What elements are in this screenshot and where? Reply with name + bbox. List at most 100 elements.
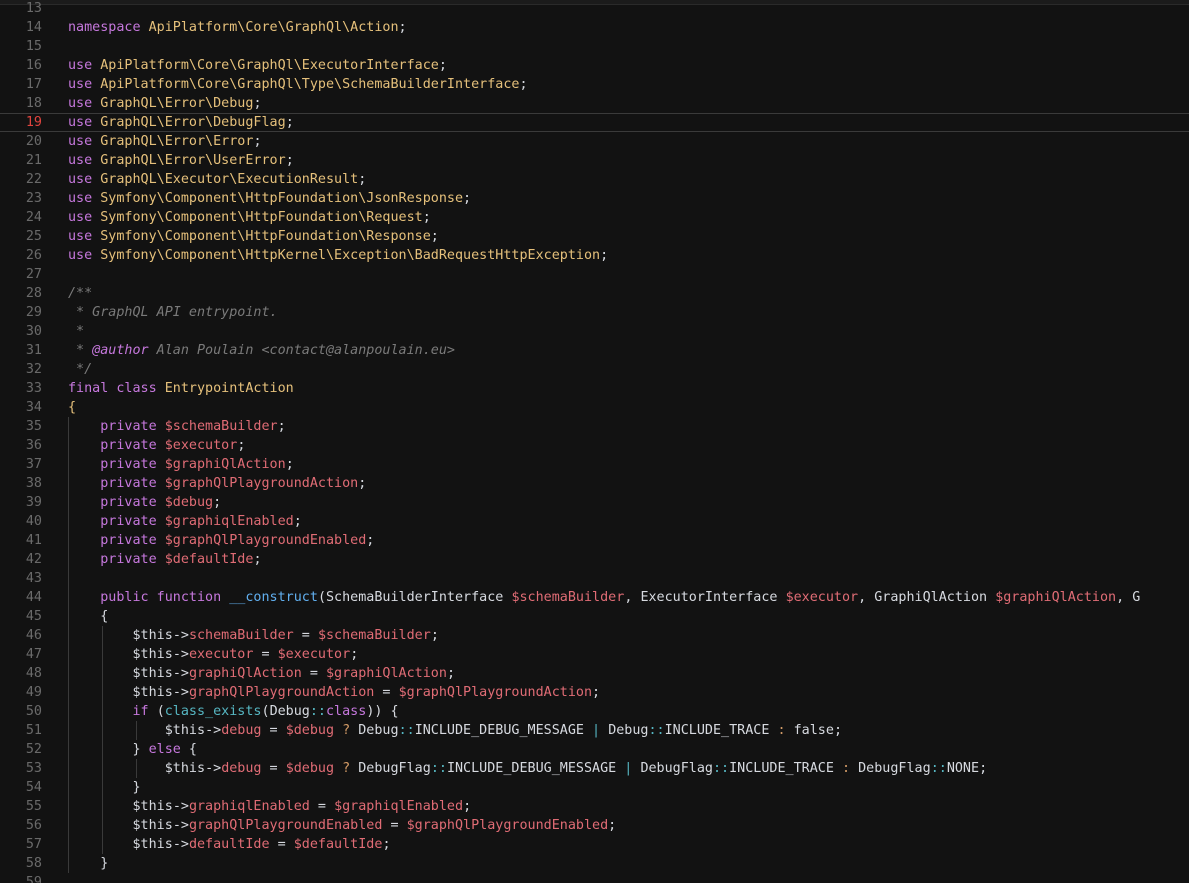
code-token: private — [100, 476, 165, 491]
code-text: use GraphQL\Executor\ExecutionResult; — [68, 170, 366, 189]
line-number: 29 — [25, 305, 42, 320]
code-line[interactable]: 29 * GraphQL API entrypoint. — [0, 303, 1189, 322]
code-token: ; — [285, 457, 294, 472]
code-text: * — [68, 322, 84, 341]
code-token: $this — [132, 628, 173, 643]
code-line[interactable]: 59 — [0, 873, 1189, 883]
code-line[interactable]: 20 use GraphQL\Error\Error; — [0, 132, 1189, 151]
code-line[interactable]: 28 /** — [0, 284, 1189, 303]
code-token: , — [858, 590, 875, 605]
code-token: schemaBuilder — [188, 628, 294, 643]
code-token: ApiPlatform\Core\GraphQl\Type\SchemaBuil… — [100, 77, 520, 92]
code-line[interactable]: 32 */ — [0, 360, 1189, 379]
code-line[interactable]: 34 { — [0, 398, 1189, 417]
code-line[interactable]: 37 private $graphiQlAction; — [0, 455, 1189, 474]
line-number: 46 — [25, 628, 42, 643]
code-line[interactable]: 17 use ApiPlatform\Core\GraphQl\Type\Sche… — [0, 75, 1189, 94]
code-line[interactable]: 42 private $defaultIde; — [0, 550, 1189, 569]
code-line[interactable]: 36 private $executor; — [0, 436, 1189, 455]
code-token: $schemaBuilder — [317, 628, 431, 643]
code-line[interactable]: 25 use Symfony\Component\HttpFoundation\R… — [0, 227, 1189, 246]
code-token: Debug — [358, 723, 399, 738]
code-line[interactable]: 33 final class EntrypointAction — [0, 379, 1189, 398]
code-line[interactable]: 56 $this->graphQlPlaygroundEnabled = $gr… — [0, 816, 1189, 835]
line-number: 26 — [25, 248, 42, 263]
line-number: 23 — [25, 191, 42, 206]
code-line[interactable]: 26 use Symfony\Component\HttpKernel\Excep… — [0, 246, 1189, 265]
code-line[interactable]: 38 private $graphQlPlaygroundAction; — [0, 474, 1189, 493]
code-line[interactable]: 27 — [0, 265, 1189, 284]
code-text: * GraphQL API entrypoint. — [68, 303, 278, 322]
code-line[interactable]: 47 $this->executor = $executor; — [0, 645, 1189, 664]
code-token: :: — [930, 761, 947, 776]
code-line[interactable]: 57 $this->defaultIde = $defaultIde; — [0, 835, 1189, 854]
indent-guide — [102, 626, 103, 854]
code-text: private $debug; — [68, 493, 221, 512]
code-line[interactable]: 52 } else { — [0, 740, 1189, 759]
code-line[interactable]: 30 * — [0, 322, 1189, 341]
code-token: graphQlPlaygroundAction — [188, 685, 375, 700]
code-editor[interactable]: 13 14 namespace ApiPlatform\Core\GraphQl\A… — [0, 0, 1189, 883]
line-number: 15 — [25, 39, 42, 54]
code-line[interactable]: 13 — [0, 0, 1189, 18]
code-line[interactable]: 18 use GraphQL\Error\Debug; — [0, 94, 1189, 113]
line-number: 39 — [25, 495, 42, 510]
code-line[interactable]: 23 use Symfony\Component\HttpFoundation\J… — [0, 189, 1189, 208]
code-token: $graphQlPlaygroundEnabled — [164, 533, 367, 548]
code-token: = — [293, 628, 318, 643]
code-line[interactable]: 16 use ApiPlatform\Core\GraphQl\ExecutorI… — [0, 56, 1189, 75]
code-line[interactable]: 51 $this->debug = $debug ? Debug::INCLUD… — [0, 721, 1189, 740]
code-token: | — [616, 761, 641, 776]
line-number: 13 — [25, 1, 42, 16]
code-token: graphiQlAction — [188, 666, 302, 681]
code-line[interactable]: 21 use GraphQL\Error\UserError; — [0, 151, 1189, 170]
code-line[interactable]: 53 $this->debug = $debug ? DebugFlag::IN… — [0, 759, 1189, 778]
code-token: GraphQL\Error\DebugFlag — [100, 115, 286, 130]
code-line[interactable]: 58 } — [0, 854, 1189, 873]
code-token: INCLUDE_TRACE — [664, 723, 770, 738]
code-line[interactable]: 15 — [0, 37, 1189, 56]
line-number: 43 — [25, 571, 42, 586]
code-line[interactable]: 31 * @author Alan Poulain <contact@alanp… — [0, 341, 1189, 360]
code-line[interactable]: 46 $this->schemaBuilder = $schemaBuilder… — [0, 626, 1189, 645]
code-token: ; — [253, 134, 262, 149]
code-line[interactable]: 14 namespace ApiPlatform\Core\GraphQl\Act… — [0, 18, 1189, 37]
code-line[interactable]: 19 use GraphQL\Error\DebugFlag; — [0, 113, 1189, 132]
code-token: Debug — [269, 704, 310, 719]
code-token: $graphiQlAction — [326, 666, 447, 681]
code-line[interactable]: 49 $this->graphQlPlaygroundAction = $gra… — [0, 683, 1189, 702]
code-token: ; — [438, 58, 447, 73]
code-token: $executor — [785, 590, 859, 605]
code-line[interactable]: 45 { — [0, 607, 1189, 626]
code-token: debug — [221, 761, 262, 776]
code-line[interactable]: 35 private $schemaBuilder; — [0, 417, 1189, 436]
code-line[interactable]: 39 private $debug; — [0, 493, 1189, 512]
code-text: } else { — [68, 740, 197, 759]
code-token: ; — [285, 115, 294, 130]
code-text: * @author Alan Poulain <contact@alanpoul… — [68, 341, 455, 360]
code-line[interactable]: 40 private $graphiqlEnabled; — [0, 512, 1189, 531]
code-line[interactable]: 24 use Symfony\Component\HttpFoundation\R… — [0, 208, 1189, 227]
code-text: if (class_exists(Debug::class)) { — [68, 702, 399, 721]
code-line[interactable]: 50 if (class_exists(Debug::class)) { — [0, 702, 1189, 721]
code-line[interactable]: 41 private $graphQlPlaygroundEnabled; — [0, 531, 1189, 550]
code-line[interactable]: 22 use GraphQL\Executor\ExecutionResult; — [0, 170, 1189, 189]
line-number: 21 — [25, 153, 42, 168]
code-token: -> — [172, 685, 189, 700]
code-line[interactable]: 43 — [0, 569, 1189, 588]
code-token: -> — [172, 666, 189, 681]
code-line[interactable]: 55 $this->graphiqlEnabled = $graphiqlEna… — [0, 797, 1189, 816]
code-token: namespace — [68, 20, 149, 35]
code-line[interactable]: 54 } — [0, 778, 1189, 797]
code-token: ; — [253, 552, 262, 567]
code-token: -> — [205, 723, 222, 738]
code-token: false — [793, 723, 834, 738]
code-token: INCLUDE_TRACE — [729, 761, 834, 776]
code-line[interactable]: 48 $this->graphiQlAction = $graphiQlActi… — [0, 664, 1189, 683]
code-line[interactable]: 44 public function __construct(SchemaBui… — [0, 588, 1189, 607]
